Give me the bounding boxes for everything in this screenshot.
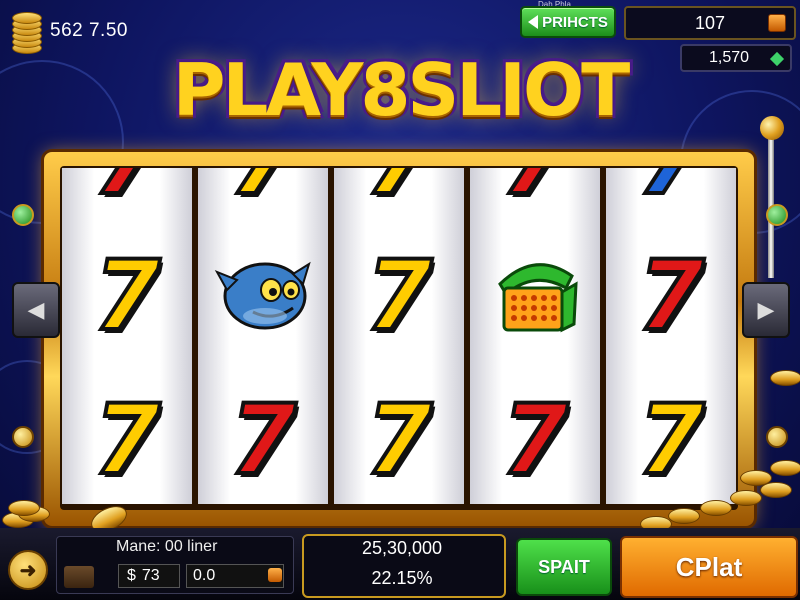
reel-symbol: 7 bbox=[198, 168, 328, 212]
prints-button[interactable]: PRIHCTS bbox=[520, 6, 616, 38]
credits-value: 107 bbox=[694, 12, 726, 33]
side-gem-green bbox=[766, 204, 788, 226]
jackpot-amount: 25,30,000 bbox=[361, 538, 443, 558]
reel-symbol: 7 bbox=[470, 168, 600, 212]
fish-character-icon bbox=[198, 250, 328, 340]
reel-4: 7 7 bbox=[470, 168, 600, 504]
reel-3: 7 7 7 bbox=[334, 168, 464, 504]
side-coin bbox=[766, 426, 788, 448]
credits-display: 107 bbox=[624, 6, 796, 40]
gem-icon bbox=[769, 51, 785, 67]
spin-button-label: SPAIT bbox=[538, 556, 590, 577]
treasure-icon bbox=[64, 566, 94, 588]
side-coin bbox=[12, 426, 34, 448]
reel-frame: 7 7 7 7 7 7 7 7 bbox=[44, 152, 754, 526]
reel-symbol: 7 bbox=[228, 384, 299, 496]
nav-left-button[interactable]: ◀ bbox=[12, 282, 60, 338]
reel-symbol: 7 bbox=[334, 168, 464, 212]
nav-right-button[interactable]: ▶ bbox=[742, 282, 790, 338]
arrow-left-icon bbox=[528, 15, 539, 29]
reel-symbol: 7 bbox=[92, 240, 163, 352]
play-button-label: CPlat bbox=[675, 551, 743, 582]
treasure-basket-icon bbox=[470, 254, 600, 340]
reel-symbol: 7 bbox=[606, 168, 736, 212]
balance-display: 562 7.50 bbox=[50, 20, 128, 41]
game-title: PLAY8SLIOT bbox=[172, 48, 631, 132]
arrow-right-icon: ➜ bbox=[19, 559, 37, 582]
coin-stack-icon bbox=[8, 12, 44, 54]
reel-symbol: 7 bbox=[636, 240, 707, 352]
bet-field[interactable]: $ 73 bbox=[118, 564, 180, 588]
bet-icon bbox=[268, 568, 282, 582]
side-gem-green bbox=[12, 204, 34, 226]
lines-label: Mane: 00 liner bbox=[116, 538, 218, 555]
spin-button[interactable]: SPAIT bbox=[516, 538, 612, 596]
reel-symbol: 7 bbox=[92, 384, 163, 496]
autoplay-button[interactable]: ➜ bbox=[8, 550, 48, 590]
jackpot-percent: 22.15% bbox=[371, 568, 433, 588]
reel-2: 7 7 bbox=[198, 168, 328, 504]
reel-symbol: 7 bbox=[364, 240, 435, 352]
reel-symbol: 7 bbox=[62, 168, 192, 212]
credit-icon bbox=[768, 14, 786, 32]
bet-value: 73 bbox=[141, 567, 160, 584]
bet-currency: $ bbox=[127, 567, 136, 584]
lever-icon[interactable] bbox=[760, 116, 784, 140]
win-value: 1,570 bbox=[708, 49, 750, 66]
bet-amount: 0.0 bbox=[193, 567, 216, 584]
reel-1: 7 7 7 bbox=[62, 168, 192, 504]
reel-window: 7 7 7 7 7 7 7 7 bbox=[60, 166, 738, 510]
win-display: 1,570 bbox=[680, 44, 792, 72]
nav-left-icon: ◀ bbox=[27, 297, 45, 322]
reel-5: 7 7 7 bbox=[606, 168, 736, 504]
nav-right-icon: ▶ bbox=[757, 297, 775, 322]
reel-symbol: 7 bbox=[636, 384, 707, 496]
play-button[interactable]: CPlat bbox=[620, 536, 798, 598]
reel-symbol: 7 bbox=[500, 384, 571, 496]
prints-button-label: PRIHCTS bbox=[542, 13, 608, 31]
reel-symbol: 7 bbox=[364, 384, 435, 496]
